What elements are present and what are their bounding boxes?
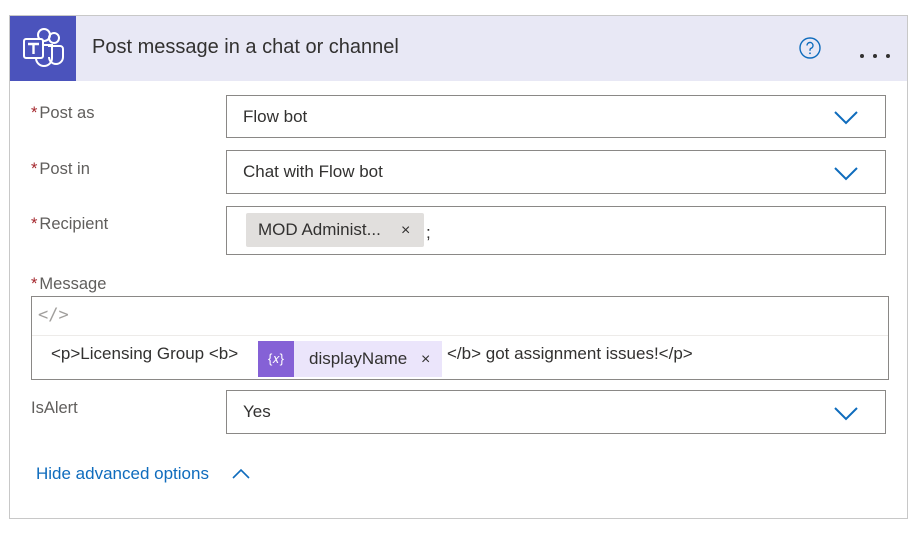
card-header[interactable]: Post message in a chat or channel bbox=[10, 16, 907, 81]
post-as-dropdown[interactable]: Flow bot bbox=[226, 95, 886, 138]
close-icon[interactable]: × bbox=[421, 351, 430, 369]
teams-icon bbox=[10, 16, 76, 81]
recipient-label: * Recipient bbox=[31, 215, 108, 234]
post-in-value: Chat with Flow bot bbox=[243, 162, 383, 181]
post-in-label-text: Post in bbox=[39, 160, 90, 178]
chevron-down-icon[interactable] bbox=[834, 167, 858, 181]
editor-divider bbox=[32, 335, 888, 336]
post-in-label: * Post in bbox=[31, 160, 90, 179]
post-as-value: Flow bot bbox=[243, 107, 308, 126]
help-icon[interactable] bbox=[799, 37, 821, 59]
chevron-down-icon[interactable] bbox=[834, 111, 858, 125]
post-in-dropdown[interactable]: Chat with Flow bot bbox=[226, 150, 886, 194]
required-marker: * bbox=[31, 215, 38, 233]
message-label: * Message bbox=[31, 275, 106, 294]
is-alert-label: IsAlert bbox=[31, 399, 78, 417]
action-card: Post message in a chat or channel * Post … bbox=[9, 15, 908, 519]
close-icon[interactable]: × bbox=[401, 222, 410, 240]
recipient-separator: ; bbox=[426, 223, 431, 242]
message-text-before: <p>Licensing Group <b> bbox=[51, 344, 239, 363]
recipient-label-text: Recipient bbox=[39, 215, 109, 233]
message-text-after: </b> got assignment issues!</p> bbox=[447, 344, 693, 363]
action-title: Post message in a chat or channel bbox=[92, 36, 399, 58]
dynamic-token-name: displayName bbox=[309, 349, 408, 368]
dynamic-content-token[interactable]: {𝑥} displayName × bbox=[258, 341, 442, 377]
required-marker: * bbox=[31, 160, 38, 178]
chevron-down-icon[interactable] bbox=[834, 407, 858, 421]
recipient-token-text: MOD Administ... bbox=[258, 220, 381, 239]
recipient-token[interactable]: MOD Administ... × bbox=[246, 213, 424, 247]
message-label-text: Message bbox=[39, 275, 107, 293]
required-marker: * bbox=[31, 104, 38, 122]
code-view-icon[interactable]: </> bbox=[38, 305, 69, 325]
more-options-icon[interactable] bbox=[859, 46, 891, 58]
post-as-label: * Post as bbox=[31, 104, 94, 123]
is-alert-dropdown[interactable]: Yes bbox=[226, 390, 886, 434]
is-alert-value: Yes bbox=[243, 402, 271, 421]
chevron-up-icon[interactable] bbox=[232, 468, 250, 480]
message-editor[interactable]: </> <p>Licensing Group <b> {𝑥} displayNa… bbox=[31, 296, 889, 380]
expression-icon: {𝑥} bbox=[258, 341, 294, 377]
hide-advanced-options-link[interactable]: Hide advanced options bbox=[36, 464, 209, 484]
post-as-label-text: Post as bbox=[39, 104, 95, 122]
required-marker: * bbox=[31, 275, 38, 293]
recipient-input[interactable]: MOD Administ... × ; bbox=[226, 206, 886, 255]
